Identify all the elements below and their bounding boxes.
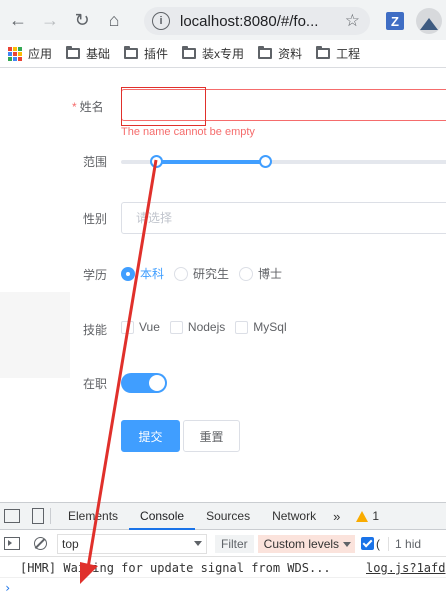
range-slider-max-handle[interactable] bbox=[259, 155, 272, 168]
checkbox-label: ( bbox=[376, 536, 381, 551]
clear-console-icon[interactable] bbox=[34, 537, 47, 550]
console-log-row: [HMR] Waiting for update signal from WDS… bbox=[0, 558, 446, 578]
gender-label: 性别 bbox=[83, 212, 108, 226]
radio-circle bbox=[174, 266, 189, 281]
tab-network[interactable]: Network bbox=[261, 503, 327, 530]
name-label-text: 姓名 bbox=[79, 100, 104, 114]
divider bbox=[50, 508, 51, 524]
context-select[interactable]: top bbox=[57, 533, 207, 554]
radio-label: 博士 bbox=[258, 267, 283, 281]
skill-checkbox-nodejs[interactable]: Nodejs bbox=[169, 320, 226, 334]
name-label: * 姓名 bbox=[72, 98, 104, 115]
skill-checkbox-vue[interactable]: Vue bbox=[121, 320, 160, 334]
chevron-down-icon bbox=[194, 540, 202, 546]
skills-checkbox-group: Vue Nodejs MySql bbox=[121, 320, 297, 334]
log-levels-dropdown[interactable]: Custom levels bbox=[257, 534, 356, 553]
console-prompt[interactable]: › bbox=[4, 581, 11, 595]
tab-console[interactable]: Console bbox=[129, 503, 196, 530]
filter-input[interactable]: Filter bbox=[215, 534, 254, 553]
submit-button[interactable]: 提交 bbox=[121, 420, 180, 452]
inspect-element-icon[interactable] bbox=[4, 509, 20, 523]
form-page: * 姓名 The name cannot be empty 范围 性别 请选择 学… bbox=[0, 0, 446, 501]
radio-circle bbox=[239, 266, 254, 281]
more-tabs-button[interactable]: » bbox=[327, 509, 346, 524]
gender-select[interactable]: 请选择 bbox=[121, 202, 446, 234]
levels-label: Custom levels bbox=[263, 536, 340, 551]
log-source-link[interactable]: log.js?1afd bbox=[366, 558, 445, 577]
checkbox-label: Nodejs bbox=[187, 320, 226, 334]
radio-label: 研究生 bbox=[193, 267, 230, 281]
name-error-message: The name cannot be empty bbox=[121, 126, 255, 138]
radio-label: 本科 bbox=[140, 267, 165, 281]
hidden-count: 1 hid bbox=[388, 536, 421, 551]
tab-sources[interactable]: Sources bbox=[195, 503, 261, 530]
radio-circle bbox=[121, 266, 135, 281]
devtools-tabbar: Elements Console Sources Network » 1 bbox=[0, 503, 446, 530]
employed-label: 在职 bbox=[83, 377, 108, 391]
device-toolbar-icon[interactable] bbox=[32, 508, 44, 524]
reset-button[interactable]: 重置 bbox=[183, 420, 240, 452]
checkbox-label: Vue bbox=[139, 320, 160, 334]
education-label: 学历 bbox=[83, 268, 108, 282]
console-toolbar: top Filter Custom levels ( 1 hid bbox=[0, 531, 446, 557]
skill-checkbox-mysql[interactable]: MySql bbox=[235, 320, 287, 334]
switch-knob bbox=[149, 375, 165, 391]
education-radio-bachelor[interactable]: 本科 bbox=[121, 265, 164, 282]
education-radio-doctor[interactable]: 博士 bbox=[239, 265, 282, 282]
warning-count: 1 bbox=[372, 509, 380, 523]
name-highlight-box bbox=[121, 87, 206, 126]
warning-icon bbox=[356, 510, 369, 522]
warnings-badge[interactable]: 1 bbox=[356, 509, 379, 523]
group-similar-checkbox[interactable] bbox=[361, 537, 375, 550]
log-message: [HMR] Waiting for update signal from WDS… bbox=[20, 561, 331, 575]
checkbox-box bbox=[121, 320, 134, 334]
checkbox-label: MySql bbox=[253, 320, 287, 334]
skills-label: 技能 bbox=[83, 323, 108, 337]
context-value: top bbox=[62, 536, 79, 551]
chevron-down-icon bbox=[343, 541, 352, 547]
checkbox-box bbox=[169, 320, 183, 334]
education-radio-group: 本科 研究生 博士 bbox=[121, 265, 292, 282]
tab-elements[interactable]: Elements bbox=[57, 503, 129, 530]
range-label: 范围 bbox=[83, 155, 108, 169]
required-mark: * bbox=[72, 100, 77, 114]
checkbox-box bbox=[235, 320, 249, 334]
range-slider-min-handle[interactable] bbox=[150, 155, 163, 168]
console-sidebar-icon[interactable] bbox=[4, 537, 20, 550]
devtools-panel: Elements Console Sources Network » 1 top… bbox=[0, 502, 446, 615]
education-radio-master[interactable]: 研究生 bbox=[174, 265, 229, 282]
employed-switch[interactable] bbox=[121, 373, 167, 393]
range-slider-bar bbox=[157, 160, 265, 164]
side-strip bbox=[0, 292, 70, 378]
